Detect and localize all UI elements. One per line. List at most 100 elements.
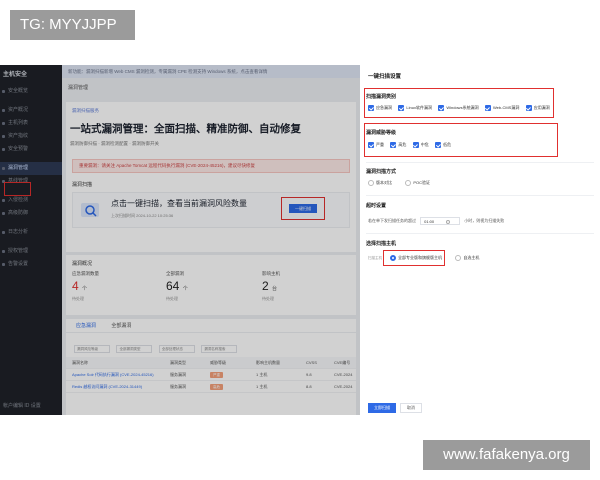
sidebar-item-license[interactable]: 授权管理 <box>0 245 62 258</box>
watermark-top: TG: MYYJJPP <box>10 10 135 40</box>
scan-illustration-icon <box>81 203 99 217</box>
vuln-level: 高危 <box>210 381 223 393</box>
assets-icon <box>2 109 5 112</box>
table-row[interactable]: Redis 越权访问漏洞 (CVE-2024-31449) 服务漏洞 高危 1 … <box>66 381 356 393</box>
sidebar-item-label: 漏洞管理 <box>8 165 29 171</box>
hero-links: 漏洞防御扫描 · 漏洞检测配置 · 漏洞防御开关 <box>70 141 159 146</box>
bell-icon <box>2 263 5 266</box>
cancel-button[interactable]: 取消 <box>400 403 422 413</box>
overview-icon <box>2 90 5 93</box>
hero-link-1[interactable]: 漏洞防御扫描 <box>70 141 97 146</box>
hero-link-3[interactable]: 漏洞防御开关 <box>132 141 159 146</box>
col-header: 漏洞类型 <box>170 360 186 365</box>
filter-level-select[interactable]: 漏洞风险等级 <box>74 345 110 353</box>
timeout-prefix: 若在单下发扫描任务的超过 <box>368 218 416 224</box>
vuln-type: 服务漏洞 <box>170 384 186 389</box>
sidebar: 主机安全 安全概览 资产概况 主机列表 资产指纹 安全预警 漏洞管理 基线管理 … <box>0 65 62 415</box>
sidebar-item-label: 资产概况 <box>8 107 29 113</box>
scan-section-label: 漏洞扫描 <box>72 182 93 188</box>
radio-icon <box>455 255 462 261</box>
sidebar-item-hosts[interactable]: 主机列表 <box>0 117 62 130</box>
stat-sub: 待处理 <box>262 296 274 301</box>
stat-sub: 待处理 <box>72 296 84 301</box>
start-scan-button[interactable]: 立即扫描 <box>368 403 396 413</box>
overview-card: 漏洞概况 应急漏洞数量 4 个 待处理 全部漏洞 64 个 待处理 影响主机 2… <box>66 255 356 315</box>
tab-urgent[interactable]: 应急漏洞 <box>76 323 96 329</box>
table-row[interactable]: Apache Solr 代码执行漏洞 (CVE-2024-45216) 服务漏洞… <box>66 369 356 381</box>
sidebar-item-fingerprint[interactable]: 资产指纹 <box>0 130 62 143</box>
timeout-suffix: 小时，则视为扫描失败 <box>464 218 505 224</box>
sidebar-item-label: 主机列表 <box>8 120 29 126</box>
vuln-cve: CVE-2024 <box>334 372 353 377</box>
col-header: 漏洞名称 <box>72 360 88 365</box>
sidebar-item-assets[interactable]: 资产概况 <box>0 104 62 117</box>
license-icon <box>2 250 5 253</box>
hero-card: 漏洞扫描服务 一站式漏洞管理：全面扫描、精准防御、自动修复 漏洞防御扫描 · 漏… <box>66 102 356 252</box>
radio-version-compare[interactable]: 版本对比 <box>368 180 392 186</box>
filter-search-input[interactable]: 漏洞名称搜索 <box>201 345 238 353</box>
table-header: 漏洞名称 漏洞类型 威胁等级 影响主机数量 CVSS CVE编号 <box>66 357 356 369</box>
vuln-level: 严重 <box>210 369 223 381</box>
host-icon <box>2 122 5 125</box>
stat-sub: 待处理 <box>166 296 178 301</box>
vuln-cve: CVE-2024 <box>334 384 353 389</box>
vuln-tabs: 应急漏洞 全部漏洞 <box>66 319 356 333</box>
vuln-name-link[interactable]: Apache Solr 代码执行漏洞 (CVE-2024-45216) <box>72 369 154 381</box>
sidebar-item-warning[interactable]: 安全预警 <box>0 143 62 156</box>
sidebar-item-alerts[interactable]: 告警设置 <box>0 258 62 271</box>
vuln-cvss: 9.8 <box>306 372 312 377</box>
clock-icon <box>446 219 451 224</box>
sidebar-item-label: 入侵检测 <box>8 197 29 203</box>
highlight-box <box>4 182 31 196</box>
vuln-name-link[interactable]: Redis 越权访问漏洞 (CVE-2024-31449) <box>72 381 142 393</box>
sidebar-item-logs[interactable]: 日志分析 <box>0 226 62 239</box>
filter-status-select[interactable]: 全部处理状态 <box>158 345 195 353</box>
sidebar-item-overview[interactable]: 安全概览 <box>0 85 62 98</box>
timeout-row: 若在单下发扫描任务的超过 01:00 小时，则视为扫描失败 <box>368 217 504 225</box>
col-header: 影响主机数量 <box>256 360 280 365</box>
col-header: CVSS <box>306 360 317 365</box>
screenshot-frame: 主机安全 安全概览 资产概况 主机列表 资产指纹 安全预警 漏洞管理 基线管理 … <box>0 65 600 415</box>
highlight-box <box>383 250 445 266</box>
method-title: 漏洞扫描方式 <box>366 169 397 175</box>
stat-value: 2 台 <box>262 279 278 293</box>
sidebar-item-defense[interactable]: 高级防御 <box>0 207 62 220</box>
stat-value: 64 个 <box>166 279 188 293</box>
overview-col-all[interactable]: 全部漏洞 64 个 待处理 <box>166 271 254 302</box>
sidebar-item-label: 高级防御 <box>8 210 29 216</box>
page-title: 一站式漏洞管理：全面扫描、精准防御、自动修复 <box>70 123 301 135</box>
hero-link-2[interactable]: 漏洞检测配置 <box>101 141 128 146</box>
col-header: 威胁等级 <box>210 360 226 365</box>
sidebar-item-vuln[interactable]: 漏洞管理 <box>0 162 62 175</box>
highlight-box <box>364 123 558 157</box>
method-radio-group: 版本对比 POC验证 <box>368 180 442 188</box>
hero-subtitle: 漏洞扫描服务 <box>72 108 99 113</box>
radio-poc[interactable]: POC验证 <box>405 180 430 186</box>
filter-type-select[interactable]: 全部漏洞类型 <box>116 345 153 353</box>
notice-banner[interactable]: 新功能：漏洞扫描新增 Web CMS 漏洞检测，专属漏洞 CPE 检测支持 Wi… <box>62 65 360 78</box>
col-header: CVE编号 <box>334 360 351 365</box>
alert-banner[interactable]: 重要漏洞：请关注 Apache Tomcat 远程代码执行漏洞 (CVE-202… <box>72 159 350 173</box>
vuln-list-card: 应急漏洞 全部漏洞 漏洞风险等级 全部漏洞类型 全部处理状态 漏洞名称搜索 漏洞… <box>66 319 356 415</box>
sidebar-brand: 主机安全 <box>3 72 28 78</box>
stat-label: 应急漏洞数量 <box>72 271 99 276</box>
timeout-time-input[interactable]: 01:00 <box>420 217 461 225</box>
scan-headline: 点击一键扫描，查看当前漏洞风险数量 <box>111 199 247 208</box>
overview-col-urgent[interactable]: 应急漏洞数量 4 个 待处理 <box>72 271 160 302</box>
sidebar-item-label: 日志分析 <box>8 229 29 235</box>
vuln-hosts: 1 主机 <box>256 372 268 377</box>
sidebar-item-label: 授权管理 <box>8 248 29 254</box>
defense-icon <box>2 212 5 215</box>
sidebar-item-label: 资产指纹 <box>8 133 29 139</box>
radio-custom-hosts[interactable]: 自选主机 <box>455 255 479 261</box>
vuln-type: 服务漏洞 <box>170 372 186 377</box>
vuln-cvss: 8.8 <box>306 384 312 389</box>
main-content: 新功能：漏洞扫描新增 Web CMS 漏洞检测，专属漏洞 CPE 检测支持 Wi… <box>62 65 360 415</box>
shield-icon <box>2 199 5 202</box>
scan-settings-drawer: 一键扫描设置 扫描漏洞类别 应急漏洞 Linux软件漏洞 Windows系统漏洞… <box>360 65 600 415</box>
scan-box: 点击一键扫描，查看当前漏洞风险数量 上次扫描时间 2024-10-22 10:2… <box>72 192 350 228</box>
stat-label: 全部漏洞 <box>166 271 184 276</box>
overview-col-hosts[interactable]: 影响主机 2 台 待处理 <box>262 271 350 302</box>
timeout-title: 超时设置 <box>366 203 387 209</box>
tab-all[interactable]: 全部漏洞 <box>111 323 131 329</box>
